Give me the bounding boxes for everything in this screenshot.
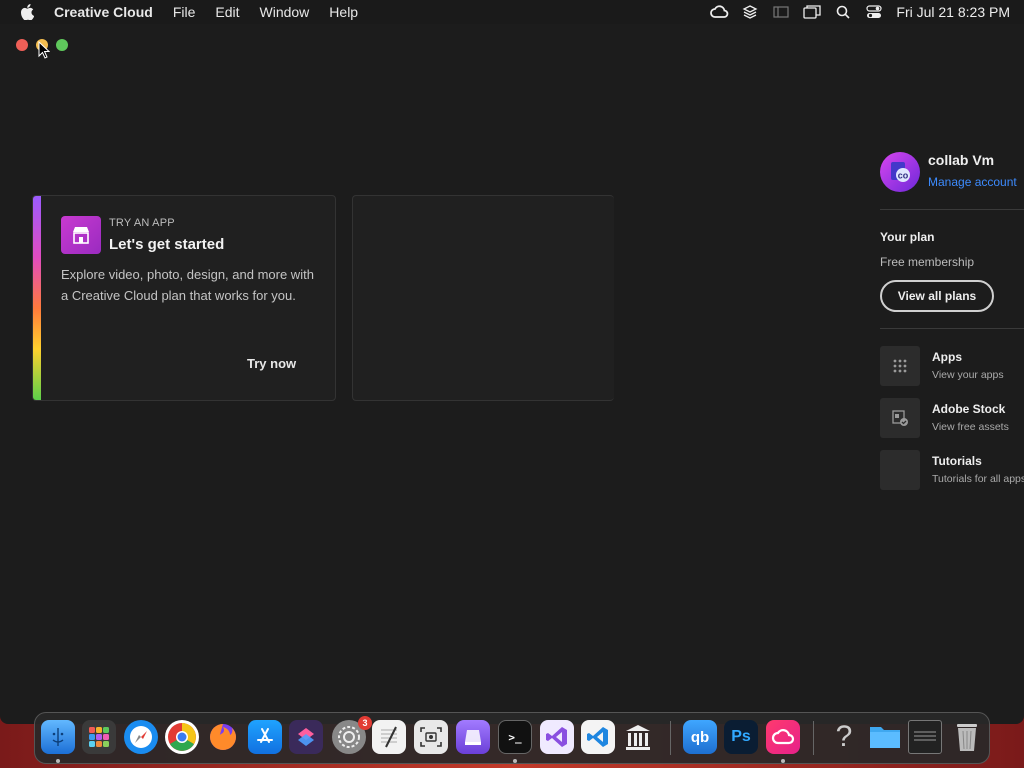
try-app-card[interactable]: TRY AN APP Let's get started Explore vid… xyxy=(32,195,336,401)
help-label: ? xyxy=(835,720,853,753)
help-icon[interactable]: ? xyxy=(827,720,861,754)
textedit-icon[interactable] xyxy=(372,720,406,754)
terminal-prompt-label: >_ xyxy=(508,730,522,744)
app-store-icon[interactable] xyxy=(248,720,282,754)
notification-badge: 3 xyxy=(358,716,372,730)
sidebar-icon[interactable] xyxy=(771,4,791,20)
chrome-icon[interactable] xyxy=(165,720,199,754)
ps-label: Ps xyxy=(731,728,751,745)
visual-studio-icon[interactable] xyxy=(540,720,574,754)
card-eyebrow: TRY AN APP xyxy=(109,217,175,229)
search-icon[interactable] xyxy=(833,4,853,20)
finder-icon[interactable] xyxy=(41,720,75,754)
sidebar-item-apps[interactable]: Apps View your apps xyxy=(880,346,1024,386)
running-indicator xyxy=(781,759,785,763)
sidebar-item-sublabel: View free assets xyxy=(932,421,1009,433)
gradient-stripe xyxy=(33,196,41,400)
creative-cloud-icon[interactable] xyxy=(709,4,729,20)
zoom-window-button[interactable] xyxy=(56,39,68,51)
apple-menu-icon[interactable] xyxy=(18,4,36,20)
card-title: Let's get started xyxy=(109,236,225,253)
stock-icon xyxy=(880,398,920,438)
qbittorrent-icon[interactable]: qb xyxy=(683,720,717,754)
creative-cloud-window: TRY AN APP Let's get started Explore vid… xyxy=(0,24,1024,724)
firefox-icon[interactable] xyxy=(206,720,240,754)
card-description: Explore video, photo, design, and more w… xyxy=(61,267,314,303)
sidebar-item-sublabel: View your apps xyxy=(932,369,1004,381)
sidebar-item-label: Tutorials xyxy=(932,454,982,468)
grid-icon xyxy=(880,346,920,386)
close-window-button[interactable] xyxy=(16,39,28,51)
screen-recording-icon[interactable] xyxy=(908,720,942,754)
divider xyxy=(880,328,1024,329)
qb-label: qb xyxy=(690,728,710,746)
sidebar-item-label: Apps xyxy=(932,350,962,364)
photoshop-icon[interactable]: Ps xyxy=(724,720,758,754)
menu-help[interactable]: Help xyxy=(329,4,358,20)
system-settings-icon[interactable]: 3 xyxy=(332,716,372,754)
mouse-cursor-icon xyxy=(38,40,51,64)
account-name: collab Vm xyxy=(928,152,995,168)
empty-card-placeholder xyxy=(352,195,614,401)
launchpad-icon[interactable] xyxy=(82,720,116,754)
terminal-icon[interactable]: >_ xyxy=(498,720,532,754)
creative-cloud-dock-icon[interactable] xyxy=(766,720,800,754)
layers-icon[interactable] xyxy=(740,4,760,20)
dock-separator xyxy=(670,721,671,755)
menubar-clock[interactable]: Fri Jul 21 8:23 PM xyxy=(896,4,1010,20)
menu-bar: Creative Cloud File Edit Window Help Fri… xyxy=(0,0,1024,24)
dock: 3 >_ qb Ps ? xyxy=(34,712,990,764)
sidebar-item-adobe-stock[interactable]: Adobe Stock View free assets xyxy=(880,398,1024,438)
running-indicator xyxy=(56,759,60,763)
control-center-icon[interactable] xyxy=(864,4,884,20)
folder-icon[interactable] xyxy=(868,720,902,754)
dock-separator xyxy=(813,721,814,755)
menu-file[interactable]: File xyxy=(173,4,196,20)
sidebar-item-label: Adobe Stock xyxy=(932,402,1006,416)
menu-edit[interactable]: Edit xyxy=(215,4,239,20)
running-indicator xyxy=(513,759,517,763)
try-now-button[interactable]: Try now xyxy=(247,356,296,371)
divider xyxy=(880,209,1024,210)
screenshot-icon[interactable] xyxy=(414,720,448,754)
vscode-icon[interactable] xyxy=(581,720,615,754)
tutorials-icon xyxy=(880,450,920,490)
svg-text:co: co xyxy=(898,171,909,181)
plan-heading: Your plan xyxy=(880,230,935,244)
sidebar-item-sublabel: Tutorials for all apps xyxy=(932,473,1024,485)
view-all-plans-button[interactable]: View all plans xyxy=(880,280,994,312)
window-icon[interactable] xyxy=(802,4,822,20)
manage-account-link[interactable]: Manage account xyxy=(928,175,1017,189)
trash-icon[interactable] xyxy=(950,720,984,754)
plan-name: Free membership xyxy=(880,255,975,269)
shortcuts-icon[interactable] xyxy=(289,720,323,754)
storefront-icon xyxy=(61,216,101,254)
library-icon[interactable] xyxy=(621,720,655,754)
safari-icon[interactable] xyxy=(124,720,158,754)
menu-window[interactable]: Window xyxy=(260,4,310,20)
avatar[interactable]: co xyxy=(880,152,920,192)
app-name-menu[interactable]: Creative Cloud xyxy=(54,4,153,20)
archive-app-icon[interactable] xyxy=(456,720,490,754)
sidebar-item-tutorials[interactable]: Tutorials Tutorials for all apps xyxy=(880,450,1024,490)
